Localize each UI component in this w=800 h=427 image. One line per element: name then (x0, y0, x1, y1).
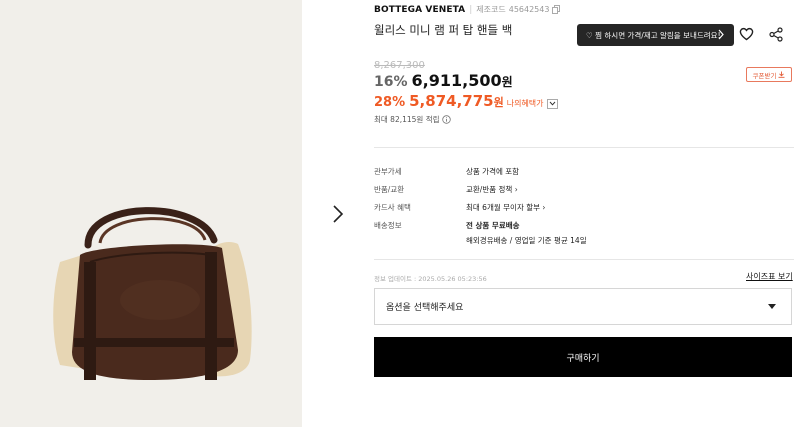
brand-row: BOTTEGA VENETA | 제조코드 45642543 (374, 4, 561, 15)
benefit-price-row: 28% 5,874,775 원 나의혜택가 (374, 92, 558, 110)
divider (374, 259, 794, 260)
heart-icon[interactable] (739, 27, 754, 41)
info-icon[interactable] (441, 115, 451, 124)
chevron-right-icon: › (542, 203, 546, 212)
buy-button[interactable]: 구매하기 (374, 337, 792, 377)
benefit-price: 5,874,775 (409, 92, 494, 110)
chevron-down-icon (549, 101, 555, 106)
price-alert-button[interactable]: ♡ 찜 하시면 가격/재고 알림을 보내드려요! (577, 24, 734, 46)
product-title: 윌리스 미니 램 퍼 탑 핸들 백 (374, 23, 513, 37)
info-label: 배송정보 (374, 221, 402, 230)
info-label: 카드사 혜택 (374, 203, 411, 212)
product-image (53, 207, 252, 380)
benefit-currency-unit: 원 (493, 96, 504, 109)
share-icon[interactable] (769, 27, 783, 42)
card-benefit-text: 최대 6개월 무이자 할부 (466, 203, 541, 212)
size-guide-link[interactable]: 사이즈표 보기 (746, 271, 793, 282)
option-select[interactable]: 옵션을 선택해주세요 (374, 288, 792, 325)
product-info-panel: BOTTEGA VENETA | 제조코드 45642543 윌리스 미니 램 … (374, 0, 794, 427)
update-timestamp: 정보 업데이트 : 2025.05.26 05:23:56 (374, 275, 487, 283)
download-icon (778, 71, 785, 78)
shipping-detail: 해외경유배송 / 영업일 기준 평균 14일 (466, 236, 587, 245)
currency-unit: 원 (501, 75, 513, 89)
product-code-label: 제조코드 (476, 5, 506, 14)
price-alert-label: ♡ 찜 하시면 가격/재고 알림을 보내드려요! (586, 30, 721, 40)
info-label: 반품/교환 (374, 185, 405, 194)
discount-percent: 16% (374, 74, 408, 90)
points-info: 최대 82,115원 적립 (374, 114, 451, 125)
return-policy-text: 교환/반품 정책 (466, 185, 513, 194)
product-image-gallery[interactable] (0, 0, 302, 427)
coupon-label: 쿠폰받기 (752, 71, 777, 80)
gallery-next-arrow[interactable] (330, 204, 346, 224)
return-policy-link[interactable]: 교환/반품 정책 › (466, 184, 518, 195)
chevron-right-icon (718, 29, 724, 40)
sale-price: 6,911,500 (411, 71, 502, 90)
coupon-button[interactable]: 쿠폰받기 (746, 67, 792, 82)
product-code-value: 45642543 (508, 5, 550, 14)
original-price: 8,267,300 (374, 60, 425, 71)
separator: | (469, 4, 473, 15)
info-value: 상품 가격에 포함 (466, 167, 520, 176)
card-benefit-link[interactable]: 최대 6개월 무이자 할부 › (466, 202, 545, 213)
benefit-percent: 28% (374, 95, 406, 110)
info-value: 전 상품 무료배송 (466, 221, 520, 230)
chevron-right-icon: › (514, 185, 518, 194)
caret-down-icon (768, 304, 776, 309)
brand-name[interactable]: BOTTEGA VENETA (374, 5, 465, 15)
option-select-placeholder: 옵션을 선택해주세요 (386, 303, 464, 313)
divider (374, 147, 794, 148)
price-row: 16% 6,911,500 원 (374, 71, 513, 90)
info-label: 관부가세 (374, 167, 402, 176)
benefit-label: 나의혜택가 (506, 99, 544, 108)
copy-icon[interactable] (552, 5, 561, 14)
benefit-toggle[interactable] (546, 98, 558, 109)
points-text: 최대 82,115원 적립 (374, 115, 440, 124)
